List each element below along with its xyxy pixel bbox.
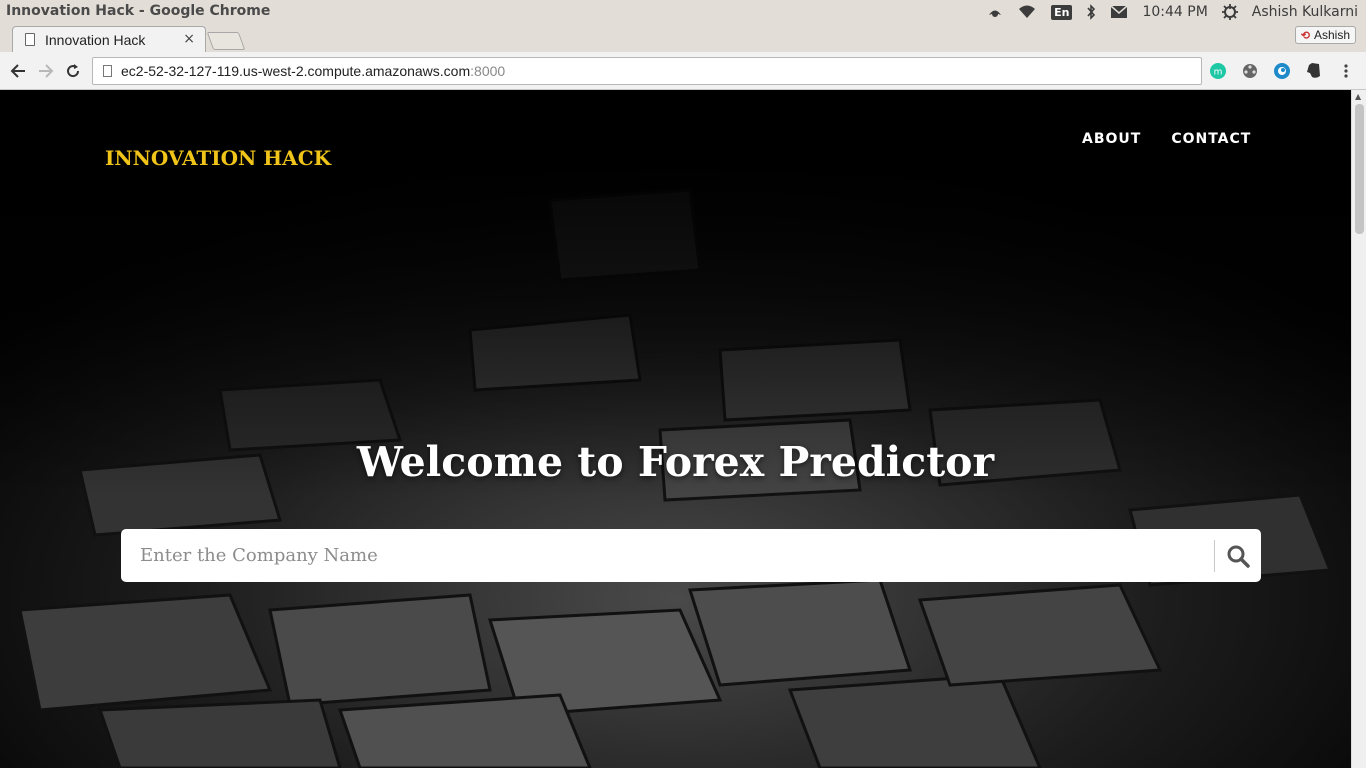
nav-link-contact[interactable]: CONTACT [1171,131,1251,147]
tab-title: Innovation Hack [45,31,146,48]
page-icon [25,33,35,46]
wifi-icon[interactable] [1017,2,1037,22]
extension-circle-icon[interactable] [1272,61,1292,81]
close-icon[interactable]: × [183,31,195,47]
address-bar[interactable]: ec2-52-32-127-119.us-west-2.compute.amaz… [92,57,1202,85]
profile-icon: ⟲ [1300,29,1310,42]
svg-text:m: m [1214,68,1223,78]
reload-icon [67,64,80,78]
extension-icons: m [1208,61,1356,81]
new-tab-button[interactable] [206,32,246,50]
page-icon [103,65,112,77]
language-badge: En [1051,4,1073,20]
site-brand-logo[interactable]: INNOVATION HACK [105,146,331,170]
os-user-name[interactable]: Ashish Kulkarni [1252,4,1358,20]
forward-icon [39,64,54,78]
back-button[interactable] [7,60,29,82]
profile-button[interactable]: ⟲ Ashish [1294,26,1356,44]
hero-background-image [0,90,1351,768]
os-top-bar: Innovation Hack - Google Chrome En 10:44… [0,0,1366,24]
evernote-icon[interactable] [1304,61,1324,81]
extension-film-icon[interactable] [1240,61,1260,81]
scroll-up-arrow-icon[interactable]: ▲ [1355,92,1361,101]
profile-name: Ashish [1313,28,1350,42]
power-icon[interactable] [1221,2,1238,22]
reload-button[interactable] [62,60,84,82]
page-scrollbar[interactable]: ▲ [1351,90,1366,768]
forward-button[interactable] [35,60,57,82]
dropbox-icon[interactable] [987,2,1003,22]
keyboard-language-indicator[interactable]: En [1051,2,1073,22]
tab-strip: Innovation Hack × ⟲ Ashish [0,24,1366,52]
site-nav: ABOUT CONTACT [1082,131,1251,147]
url-host: ec2-52-32-127-119.us-west-2.compute.amaz… [121,63,471,79]
back-icon [10,64,25,78]
mail-icon[interactable] [1110,2,1128,22]
extension-m-icon[interactable]: m [1208,61,1228,81]
tab-innovation-hack[interactable]: Innovation Hack × [12,26,206,52]
clock[interactable]: 10:44 PM [1142,4,1207,20]
search-icon [1227,545,1250,568]
nav-link-about[interactable]: ABOUT [1082,131,1141,147]
company-search-input[interactable] [121,529,1214,582]
search-button[interactable] [1215,529,1261,582]
scroll-thumb[interactable] [1355,104,1364,234]
bluetooth-icon[interactable] [1086,2,1096,22]
window-title: Innovation Hack - Google Chrome [6,3,271,19]
page-viewport: INNOVATION HACK ABOUT CONTACT Welcome to… [0,90,1351,768]
menu-icon[interactable] [1336,61,1356,81]
company-search-box [121,529,1261,582]
hero-title: Welcome to Forex Predictor [356,438,995,486]
browser-toolbar: ec2-52-32-127-119.us-west-2.compute.amaz… [0,52,1366,90]
url-port: :8000 [470,63,506,79]
os-indicators: En 10:44 PM Ashish Kulkarni [987,0,1358,24]
